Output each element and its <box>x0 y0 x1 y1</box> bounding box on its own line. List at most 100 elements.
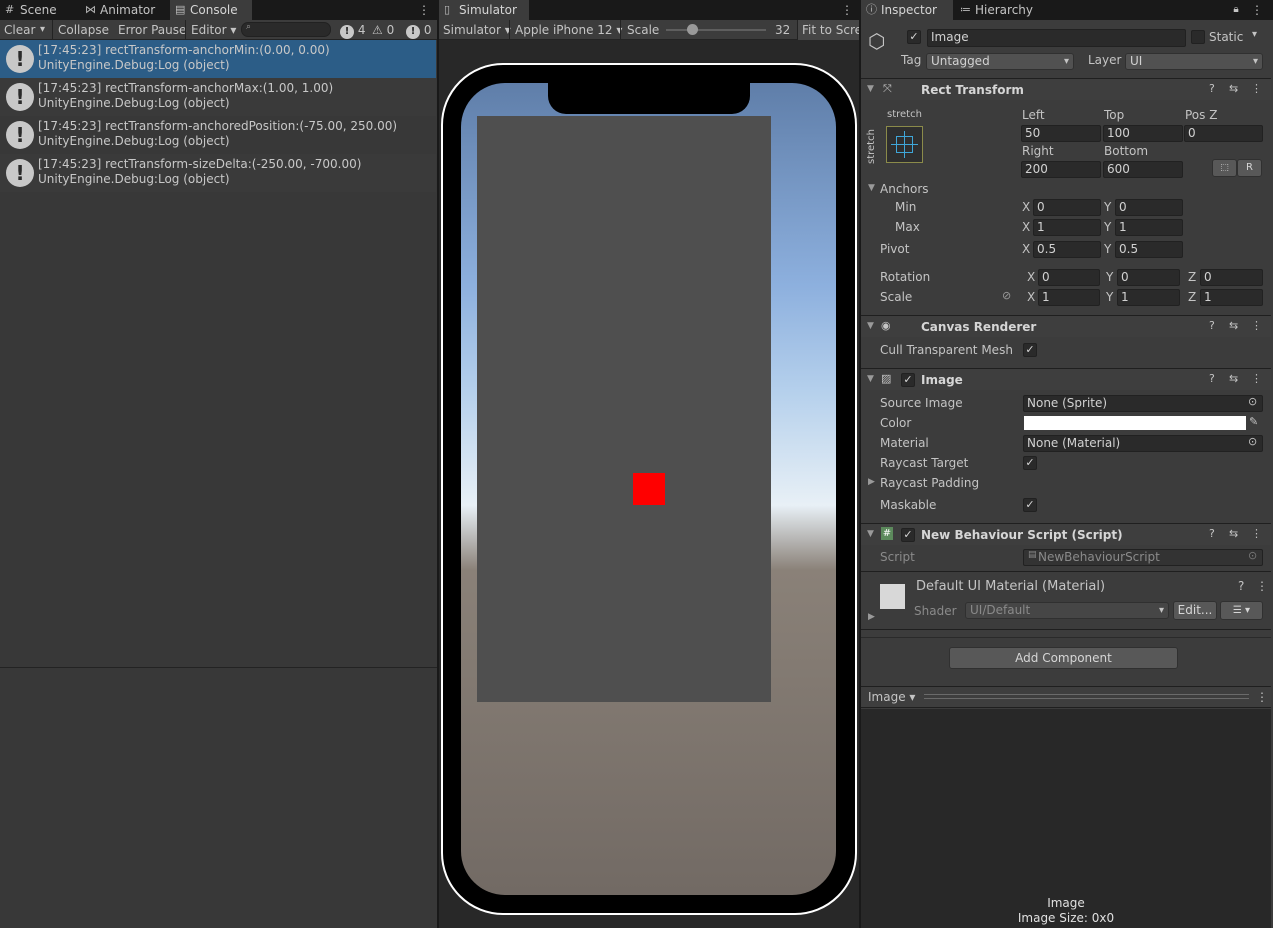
raw-edit-button[interactable]: R <box>1237 159 1262 177</box>
hierarchy-icon: ≔ <box>960 3 971 16</box>
anchor-max-x-field[interactable]: 1 <box>1033 219 1101 236</box>
component-menu-icon[interactable]: ⋮ <box>1251 372 1262 385</box>
anchors-fold-icon[interactable]: ▼ <box>868 183 875 193</box>
posz-field[interactable]: 0 <box>1184 125 1263 142</box>
device-dropdown[interactable]: Apple iPhone 12 ▾ <box>511 20 626 40</box>
scale-slider-handle[interactable] <box>687 24 698 35</box>
lock-icon[interactable]: 🔒︎ <box>1231 2 1241 18</box>
static-checkbox[interactable] <box>1191 30 1205 44</box>
rotation-x-field[interactable]: 0 <box>1038 269 1100 286</box>
bottom-field[interactable]: 600 <box>1103 161 1183 178</box>
editor-dropdown[interactable]: Editor ▾ <box>187 20 240 40</box>
simulator-menu-icon[interactable]: ⋮ <box>841 2 853 18</box>
material-field[interactable]: None (Material) <box>1023 435 1263 452</box>
preset-icon[interactable]: ⇆ <box>1229 319 1238 332</box>
image-component-header[interactable]: ▼ ▨ ✓ Image ? ⇆ ⋮ <box>861 368 1271 390</box>
tab-simulator[interactable]: ▯ Simulator <box>439 0 529 20</box>
phone-icon: ▯ <box>444 3 451 16</box>
help-icon[interactable]: ? <box>1209 82 1215 95</box>
raycast-padding-fold-icon[interactable]: ▶ <box>868 477 875 487</box>
anchor-presets-button[interactable] <box>886 126 923 163</box>
constrain-proportions-icon[interactable]: ⊘ <box>1002 289 1011 302</box>
help-icon[interactable]: ? <box>1238 579 1244 593</box>
eye-icon: ◉ <box>881 319 891 332</box>
layer-dropdown[interactable]: UI <box>1125 53 1263 70</box>
right-field[interactable]: 200 <box>1021 161 1101 178</box>
tab-hierarchy[interactable]: ≔ Hierarchy <box>955 0 1055 20</box>
scale-slider[interactable] <box>666 29 766 31</box>
inspector-menu-icon[interactable]: ⋮ <box>1251 2 1263 18</box>
edit-shader-button[interactable]: Edit... <box>1173 601 1217 620</box>
clear-button[interactable]: Clear <box>0 20 39 40</box>
preset-icon[interactable]: ⇆ <box>1229 82 1238 95</box>
add-component-button[interactable]: Add Component <box>949 647 1178 669</box>
z-label: Z <box>1188 290 1197 304</box>
help-icon[interactable]: ? <box>1209 527 1215 540</box>
preview-menu-icon[interactable]: ⋮ <box>1256 690 1268 704</box>
object-picker-icon[interactable]: ⊙ <box>1248 435 1257 448</box>
pivot-x-field[interactable]: 0.5 <box>1033 241 1101 258</box>
shader-options-dropdown[interactable]: ☰ ▾ <box>1220 601 1263 620</box>
maskable-checkbox[interactable]: ✓ <box>1023 498 1037 512</box>
tab-scene[interactable]: # Scene <box>0 0 78 20</box>
material-label: Material <box>880 436 929 450</box>
log-entry[interactable]: ! [17:45:23] rectTransform-anchorMin:(0.… <box>0 40 436 78</box>
canvas-renderer-header[interactable]: ▼ ◉ Canvas Renderer ? ⇆ ⋮ <box>861 315 1271 337</box>
rect-transform-header[interactable]: ▼ ⤧ Rect Transform ? ⇆ ⋮ <box>861 78 1271 100</box>
component-menu-icon[interactable]: ⋮ <box>1251 319 1262 332</box>
help-icon[interactable]: ? <box>1209 319 1215 332</box>
raycast-target-checkbox[interactable]: ✓ <box>1023 456 1037 470</box>
info-icon: ! <box>6 45 34 73</box>
source-image-field[interactable]: None (Sprite) <box>1023 395 1263 412</box>
help-icon[interactable]: ? <box>1209 372 1215 385</box>
console-menu-icon[interactable]: ⋮ <box>418 2 430 18</box>
fit-to-screen-button[interactable]: Fit to Scre <box>798 20 859 40</box>
rotation-z-field[interactable]: 0 <box>1200 269 1263 286</box>
error-pause-button[interactable]: Error Pause <box>114 20 190 40</box>
log-entry[interactable]: ! [17:45:23] rectTransform-sizeDelta:(-2… <box>0 154 436 192</box>
error-count-toggle[interactable]: ! 0 <box>402 20 435 40</box>
component-menu-icon[interactable]: ⋮ <box>1251 82 1262 95</box>
preset-icon[interactable]: ⇆ <box>1229 372 1238 385</box>
material-fold-icon[interactable]: ▶ <box>868 612 875 622</box>
tab-animator[interactable]: ⋈ Animator <box>80 0 168 20</box>
warning-count-toggle[interactable]: ⚠ 0 <box>368 20 398 40</box>
active-checkbox[interactable]: ✓ <box>907 30 921 44</box>
eyedropper-icon[interactable]: ✎ <box>1249 415 1258 428</box>
anchor-min-x-field[interactable]: 0 <box>1033 199 1101 216</box>
cull-transparent-mesh-checkbox[interactable]: ✓ <box>1023 343 1037 357</box>
collapse-button[interactable]: Collapse <box>54 20 113 40</box>
clear-dropdown-icon[interactable]: ▾ <box>36 20 49 40</box>
log-entry[interactable]: ! [17:45:23] rectTransform-anchoredPosit… <box>0 116 436 154</box>
mode-dropdown[interactable]: Simulator ▾ <box>439 20 515 40</box>
object-name-field[interactable]: Image <box>927 29 1186 47</box>
blueprint-mode-button[interactable]: ⬚ <box>1212 159 1237 177</box>
scale-z-field[interactable]: 1 <box>1200 289 1263 306</box>
script-component-header[interactable]: ▼ # ✓ New Behaviour Script (Script) ? ⇆ … <box>861 523 1271 545</box>
anchor-max-y-field[interactable]: 1 <box>1115 219 1183 236</box>
preview-dropdown[interactable]: Image ▾ <box>868 690 915 704</box>
log-entry[interactable]: ! [17:45:23] rectTransform-anchorMax:(1.… <box>0 78 436 116</box>
rotation-y-field[interactable]: 0 <box>1117 269 1180 286</box>
image-enabled-checkbox[interactable]: ✓ <box>901 373 915 387</box>
tag-dropdown[interactable]: Untagged <box>926 53 1074 70</box>
pivot-y-field[interactable]: 0.5 <box>1115 241 1183 258</box>
preset-icon[interactable]: ⇆ <box>1229 527 1238 540</box>
component-menu-icon[interactable]: ⋮ <box>1251 527 1262 540</box>
scale-y-field[interactable]: 1 <box>1117 289 1180 306</box>
static-dropdown-icon[interactable]: ▾ <box>1252 29 1257 40</box>
log-count-toggle[interactable]: ! 4 <box>336 20 369 40</box>
object-picker-icon[interactable]: ⊙ <box>1248 395 1257 408</box>
tab-console[interactable]: ▤ Console <box>170 0 252 20</box>
script-enabled-checkbox[interactable]: ✓ <box>901 528 915 542</box>
scale-label: Scale <box>880 290 913 304</box>
tab-inspector[interactable]: ⓘ Inspector <box>861 0 953 20</box>
console-search-input[interactable]: ⌕ <box>241 22 331 37</box>
material-menu-icon[interactable]: ⋮ <box>1256 579 1268 593</box>
anchor-min-y-field[interactable]: 0 <box>1115 199 1183 216</box>
scale-x-field[interactable]: 1 <box>1038 289 1100 306</box>
left-field[interactable]: 50 <box>1021 125 1101 142</box>
top-field[interactable]: 100 <box>1103 125 1183 142</box>
preview-drag-handle[interactable] <box>924 694 1249 699</box>
color-swatch[interactable] <box>1024 416 1246 430</box>
